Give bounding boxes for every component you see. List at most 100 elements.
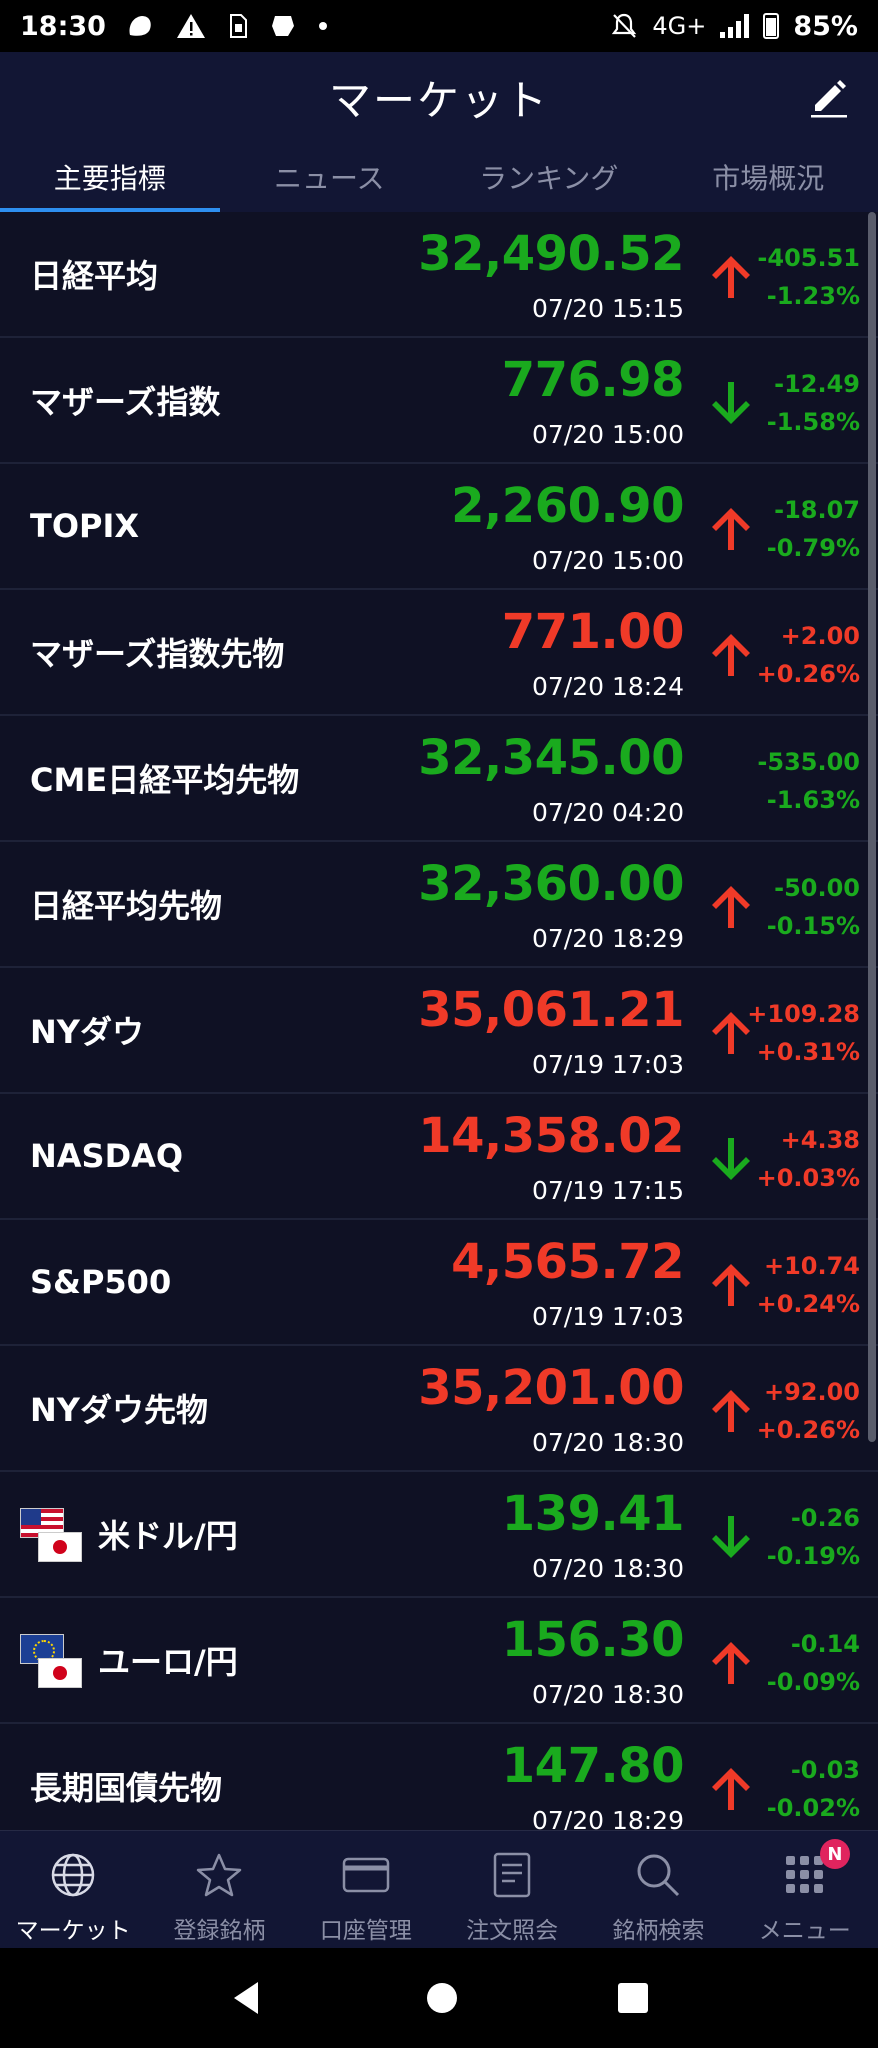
network-type: 4G+ <box>652 12 707 40</box>
mute-icon <box>612 13 637 38</box>
status-bar: 18:30 4G+ 85% <box>0 0 878 52</box>
instrument-price: 32,360.00 <box>418 856 684 912</box>
arrow-up-icon <box>712 256 750 298</box>
recents-square-icon[interactable] <box>616 1981 650 2015</box>
price-change: +2.00 <box>780 622 860 650</box>
market-row[interactable]: NYダウ 35,061.21 07/19 17:03 +109.28 +0.31% <box>0 968 878 1094</box>
nav-watchlist[interactable]: 登録銘柄 <box>146 1831 292 1948</box>
market-row[interactable]: 米ドル/円 139.41 07/20 18:30 -0.26 -0.19% <box>0 1472 878 1598</box>
market-row[interactable]: 長期国債先物 147.80 07/20 18:29 -0.03 -0.02% <box>0 1724 878 1830</box>
price-change-percent: -0.19% <box>766 1542 860 1570</box>
warning-icon <box>176 14 205 38</box>
price-change: -18.07 <box>774 496 860 524</box>
document-icon <box>493 1852 531 1898</box>
price-change-percent: +0.03% <box>756 1164 860 1192</box>
price-timestamp: 07/20 18:29 <box>531 1806 684 1830</box>
price-change: -0.03 <box>790 1756 860 1784</box>
arrow-down-icon <box>712 382 750 424</box>
instrument-price: 35,201.00 <box>418 1360 684 1416</box>
instrument-name: NASDAQ <box>30 1137 184 1175</box>
price-timestamp: 07/20 18:30 <box>531 1428 684 1457</box>
price-change-percent: -1.63% <box>766 786 860 814</box>
nav-menu[interactable]: N メニュー <box>732 1831 878 1948</box>
market-list[interactable]: 日経平均 32,490.52 07/20 15:15 -405.51 -1.23% マザー… <box>0 212 878 1830</box>
price-change: +109.28 <box>747 1000 860 1028</box>
back-triangle-icon[interactable] <box>228 1978 268 2018</box>
market-row[interactable]: 日経平均先物 32,360.00 07/20 18:29 -50.00 -0.15% <box>0 842 878 968</box>
market-row[interactable]: マザーズ指数 776.98 07/20 15:00 -12.49 -1.58% <box>0 338 878 464</box>
market-row[interactable]: NYダウ先物 35,201.00 07/20 18:30 +92.00 +0.26% <box>0 1346 878 1472</box>
app-notification-icon <box>129 16 151 36</box>
price-change-percent: -0.09% <box>766 1668 860 1696</box>
instrument-price: 776.98 <box>501 352 685 408</box>
price-timestamp: 07/20 15:15 <box>531 294 684 323</box>
tab-news[interactable]: ニュース <box>220 142 440 212</box>
instrument-price: 14,358.02 <box>418 1108 684 1164</box>
notification-badge: N <box>819 1839 850 1869</box>
scrollbar-thumb[interactable] <box>868 212 876 1442</box>
market-row[interactable]: NASDAQ 14,358.02 07/19 17:15 +4.38 +0.03% <box>0 1094 878 1220</box>
instrument-price: 32,490.52 <box>418 226 684 282</box>
arrow-up-icon <box>712 1768 750 1810</box>
market-row[interactable]: CME日経平均先物 32,345.00 07/20 04:20 -535.00 -1.6… <box>0 716 878 842</box>
us-jp-flag-icon <box>20 1508 84 1564</box>
instrument-name: 米ドル/円 <box>98 1517 238 1555</box>
price-timestamp: 07/20 18:30 <box>531 1680 684 1709</box>
price-change-percent: +0.31% <box>756 1038 860 1066</box>
market-row[interactable]: TOPIX 2,260.90 07/20 15:00 -18.07 -0.79% <box>0 464 878 590</box>
price-change: -0.26 <box>790 1504 860 1532</box>
price-change-percent: -1.58% <box>766 408 860 436</box>
price-timestamp: 07/20 18:30 <box>531 1554 684 1583</box>
bottom-nav: マーケット 登録銘柄 口座管理 注文照会 銘柄検索 N メニュー <box>0 1830 878 1948</box>
page-title: マーケット <box>328 75 549 125</box>
instrument-name: S&P500 <box>30 1263 172 1301</box>
price-change: +92.00 <box>763 1378 860 1406</box>
tab-ranking[interactable]: ランキング <box>439 142 659 212</box>
arrow-down-icon <box>712 1138 750 1180</box>
search-icon <box>637 1854 680 1897</box>
tab-major-indices[interactable]: 主要指標 <box>0 142 220 212</box>
price-timestamp: 07/19 17:15 <box>531 1176 684 1205</box>
status-time: 18:30 <box>20 10 106 42</box>
market-row[interactable]: マザーズ指数先物 771.00 07/20 18:24 +2.00 +0.26% <box>0 590 878 716</box>
nav-label: マーケット <box>15 1918 131 1944</box>
instrument-price: 2,260.90 <box>451 478 684 534</box>
battery-percent: 85% <box>793 10 858 42</box>
nav-account[interactable]: 口座管理 <box>293 1831 439 1948</box>
nav-market[interactable]: マーケット <box>0 1831 146 1948</box>
instrument-name: マザーズ指数先物 <box>30 635 285 673</box>
instrument-name: 日経平均 <box>30 257 159 295</box>
instrument-name: ユーロ/円 <box>98 1643 238 1681</box>
price-timestamp: 07/20 15:00 <box>531 546 684 575</box>
price-change-percent: +0.26% <box>756 1416 860 1444</box>
app-icon <box>271 16 294 36</box>
edit-button[interactable] <box>802 70 856 124</box>
sim-icon <box>229 14 247 38</box>
price-change-percent: -0.79% <box>766 534 860 562</box>
pencil-icon <box>811 80 847 118</box>
instrument-price: 147.80 <box>501 1738 685 1794</box>
instrument-price: 139.41 <box>501 1486 685 1542</box>
scrollbar[interactable] <box>868 212 876 1830</box>
jp-flag <box>38 1658 82 1688</box>
nav-label: 口座管理 <box>319 1918 412 1944</box>
price-change: -405.51 <box>757 244 860 272</box>
price-change: +10.74 <box>763 1252 860 1280</box>
home-circle-icon[interactable] <box>425 1981 459 2015</box>
nav-search[interactable]: 銘柄検索 <box>585 1831 731 1948</box>
price-timestamp: 07/19 17:03 <box>531 1050 684 1079</box>
nav-orders[interactable]: 注文照会 <box>439 1831 585 1948</box>
arrow-up-icon <box>712 1642 750 1684</box>
market-row[interactable]: 日経平均 32,490.52 07/20 15:15 -405.51 -1.23% <box>0 212 878 338</box>
arrow-up-icon <box>712 508 750 550</box>
price-change-percent: +0.26% <box>756 660 860 688</box>
price-change: -535.00 <box>757 748 860 776</box>
price-timestamp: 07/20 04:20 <box>531 798 684 827</box>
instrument-price: 771.00 <box>501 604 685 660</box>
price-change: -50.00 <box>774 874 860 902</box>
market-row[interactable]: S&P500 4,565.72 07/19 17:03 +10.74 +0.24% <box>0 1220 878 1346</box>
signal-icon <box>720 14 750 38</box>
market-row[interactable]: ユーロ/円 156.30 07/20 18:30 -0.14 -0.09% <box>0 1598 878 1724</box>
card-icon <box>342 1857 390 1893</box>
tab-market-overview[interactable]: 市場概況 <box>659 142 878 212</box>
